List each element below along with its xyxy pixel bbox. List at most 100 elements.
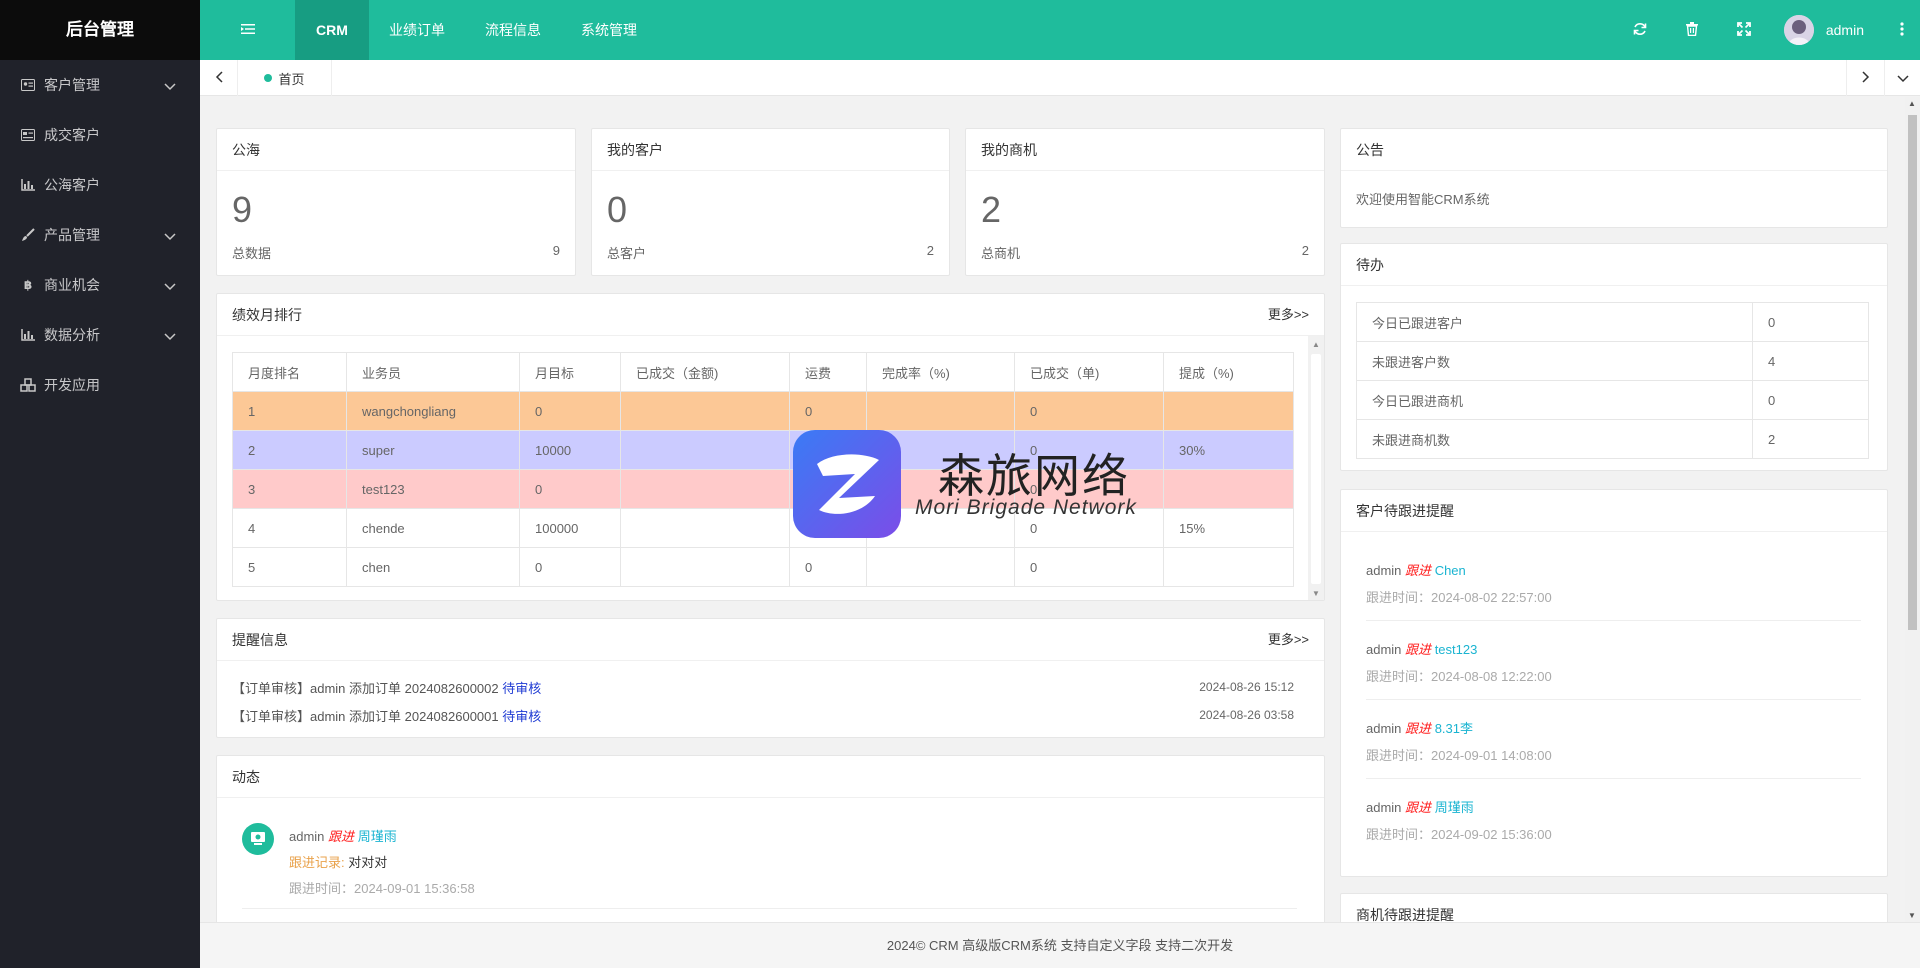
table-cell: 4 <box>232 508 347 548</box>
cubes-icon <box>20 377 36 393</box>
table-scrollbar[interactable]: ▲ ▼ <box>1308 336 1324 600</box>
table-cell <box>620 391 790 431</box>
card-icon <box>20 127 36 143</box>
more-options-button[interactable] <box>1884 0 1920 60</box>
activity-user: admin <box>289 829 325 844</box>
todo-card: 待办 今日已跟进客户 0 未跟进客户数 4 今日已跟进商机 0 未跟进商机数 2 <box>1340 243 1888 471</box>
notice-text: 欢迎使用智能CRM系统 <box>1356 192 1490 207</box>
tabs-scroll-left-button[interactable] <box>200 60 238 96</box>
table-cell <box>866 508 1015 548</box>
card-title: 商机待跟进提醒 <box>1341 894 1887 922</box>
more-link[interactable]: 更多>> <box>1268 619 1309 661</box>
top-header: CRM 业绩订单 流程信息 系统管理 admin <box>200 0 1920 60</box>
stat-card-my-customers: 我的客户 0 总客户 2 <box>591 128 950 276</box>
activity-target-link[interactable]: 周瑾雨 <box>358 829 397 844</box>
column-header: 已成交（金额) <box>620 352 790 392</box>
page-footer: 2024© CRM 高级版CRM系统 支持自定义字段 支持二次开发 <box>200 922 1920 968</box>
sidebar-item-deals[interactable]: 成交客户 <box>0 110 200 160</box>
scrollbar-thumb[interactable] <box>1311 354 1321 584</box>
follow-target-link[interactable]: test123 <box>1435 642 1478 657</box>
scroll-up-arrow-icon[interactable]: ▲ <box>1908 99 1916 108</box>
reminder-text: 【订单审核】admin 添加订单 2024082600001 <box>232 709 499 724</box>
table-cell <box>620 547 790 587</box>
pending-review-link[interactable]: 待审核 <box>502 681 541 696</box>
follow-action: 跟进 <box>1405 721 1432 736</box>
more-link[interactable]: 更多>> <box>1268 294 1309 336</box>
follow-target-link[interactable]: 周瑾雨 <box>1435 800 1474 815</box>
tabs-scroll-right-button[interactable] <box>1846 60 1884 96</box>
sidebar-item-public-customers[interactable]: 公海客户 <box>0 160 200 210</box>
table-cell: 0 <box>519 547 621 587</box>
tab-process-info[interactable]: 流程信息 <box>465 0 561 60</box>
table-cell <box>866 547 1015 587</box>
activity-record: 对对对 <box>348 855 388 870</box>
table-cell: 3 <box>232 469 347 509</box>
table-cell: test123 <box>346 469 520 509</box>
refresh-button[interactable] <box>1614 0 1666 60</box>
user-menu[interactable]: admin <box>1770 15 1884 45</box>
todo-label: 未跟进商机数 <box>1356 419 1753 459</box>
follow-time: 跟进时间：2024-08-08 12:22:00 <box>1366 669 1552 684</box>
todo-count: 4 <box>1752 341 1869 381</box>
stat-number: 2 <box>981 189 1002 230</box>
todo-label: 今日已跟进客户 <box>1356 302 1753 342</box>
tab-performance-orders[interactable]: 业绩订单 <box>369 0 465 60</box>
refresh-icon <box>1633 22 1647 39</box>
menu-toggle-button[interactable] <box>200 0 295 60</box>
clear-cache-button[interactable] <box>1666 0 1718 60</box>
sidebar-item-label: 商业机会 <box>44 277 100 293</box>
divider <box>242 908 1297 909</box>
table-cell: 0 <box>519 391 621 431</box>
page-tabs-bar: 首页 <box>200 60 1920 96</box>
column-header: 完成率（%) <box>866 352 1015 392</box>
chevron-right-icon <box>1861 70 1870 86</box>
card-title: 公海 <box>217 129 575 171</box>
table-cell: chen <box>346 547 520 587</box>
table-cell: 1 <box>232 391 347 431</box>
table-cell <box>1163 391 1294 431</box>
follow-action: 跟进 <box>1405 800 1432 815</box>
sidebar-item-opportunities[interactable]: ฿ 商业机会 <box>0 260 200 310</box>
sidebar-item-products[interactable]: 产品管理 <box>0 210 200 260</box>
follow-target-link[interactable]: Chen <box>1435 563 1466 578</box>
customer-follow-card: 客户待跟进提醒 admin 跟进 Chen 跟进时间：2024-08-02 22… <box>1340 489 1888 877</box>
sidebar-item-dev-apps[interactable]: 开发应用 <box>0 360 200 410</box>
table-cell: 10000 <box>519 430 621 470</box>
scrollbar-thumb[interactable] <box>1908 115 1917 630</box>
bitcoin-icon: ฿ <box>23 278 33 292</box>
table-cell: 0 <box>1014 547 1164 587</box>
activity-time: 跟进时间：2024-09-01 15:36:58 <box>289 881 475 896</box>
table-cell <box>620 430 790 470</box>
stat-label: 总数据 <box>232 246 272 261</box>
tabs-menu-button[interactable] <box>1884 60 1920 96</box>
pending-review-link[interactable]: 待审核 <box>502 709 541 724</box>
tab-crm[interactable]: CRM <box>295 0 369 60</box>
divider <box>1366 778 1861 779</box>
stat-number: 9 <box>232 189 253 230</box>
notice-card: 公告 欢迎使用智能CRM系统 <box>1340 128 1888 228</box>
menu-toggle-icon <box>240 22 255 38</box>
todo-count: 0 <box>1752 380 1869 420</box>
chevron-down-icon <box>164 328 176 344</box>
page-scrollbar[interactable]: ▲ ▼ <box>1905 97 1920 922</box>
scroll-up-arrow-icon[interactable]: ▲ <box>1312 340 1320 349</box>
tab-home[interactable]: 首页 <box>238 60 332 96</box>
fullscreen-button[interactable] <box>1718 0 1770 60</box>
todo-count: 2 <box>1752 419 1869 459</box>
scroll-down-arrow-icon[interactable]: ▼ <box>1312 589 1320 598</box>
list-item: admin 跟进 8.31李 跟进时间：2024-09-01 14:08:00 <box>1366 718 1861 764</box>
table-row: 5 chen 0 0 0 <box>232 547 1294 587</box>
tab-home-label: 首页 <box>278 71 305 87</box>
table-cell: 0 <box>1014 391 1164 431</box>
follow-user: admin <box>1366 800 1402 815</box>
table-cell: 0 <box>789 430 867 470</box>
table-row: 3 test123 0 0 0 <box>232 469 1294 509</box>
scroll-down-arrow-icon[interactable]: ▼ <box>1908 911 1916 920</box>
tab-system-management[interactable]: 系统管理 <box>561 0 657 60</box>
sidebar-item-analytics[interactable]: 数据分析 <box>0 310 200 360</box>
chevron-down-icon <box>164 228 176 244</box>
bar-chart-icon <box>20 177 36 193</box>
follow-target-link[interactable]: 8.31李 <box>1435 721 1473 736</box>
table-cell <box>866 469 1015 509</box>
sidebar-item-customers[interactable]: 客户管理 <box>0 60 200 110</box>
